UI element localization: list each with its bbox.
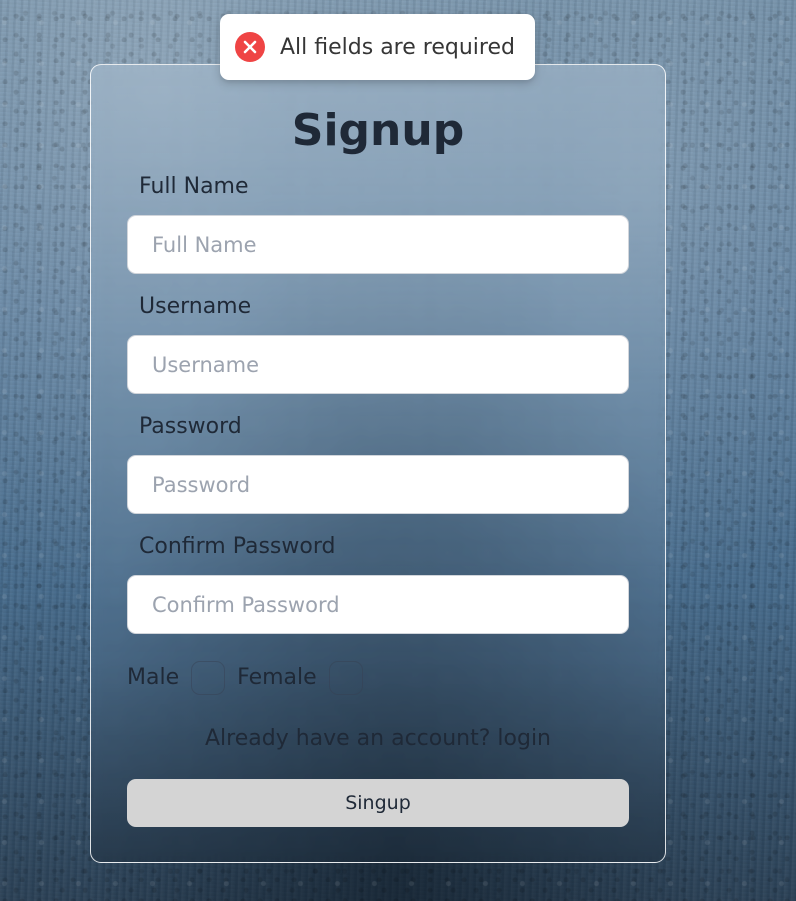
error-toast: All fields are required [220, 14, 535, 80]
full-name-input[interactable] [127, 215, 629, 274]
full-name-label: Full Name [139, 174, 249, 199]
error-circle-icon [235, 32, 265, 62]
male-checkbox[interactable] [191, 661, 226, 695]
toast-message: All fields are required [280, 34, 515, 60]
confirm-password-input[interactable] [127, 575, 629, 634]
password-input[interactable] [127, 455, 629, 514]
login-link[interactable]: Already have an account? login [91, 725, 665, 753]
signup-button[interactable]: Singup [127, 779, 629, 827]
confirm-password-label: Confirm Password [139, 534, 336, 559]
password-label: Password [139, 414, 242, 439]
username-input[interactable] [127, 335, 629, 394]
page-title: Signup [291, 105, 465, 156]
female-checkbox[interactable] [328, 661, 363, 695]
male-label: Male [127, 665, 180, 690]
signup-card: Signup Full Name Username Password Confi… [90, 64, 666, 863]
female-label: Female [237, 665, 317, 690]
gender-selector: Male Female [127, 659, 375, 697]
username-label: Username [139, 294, 252, 319]
